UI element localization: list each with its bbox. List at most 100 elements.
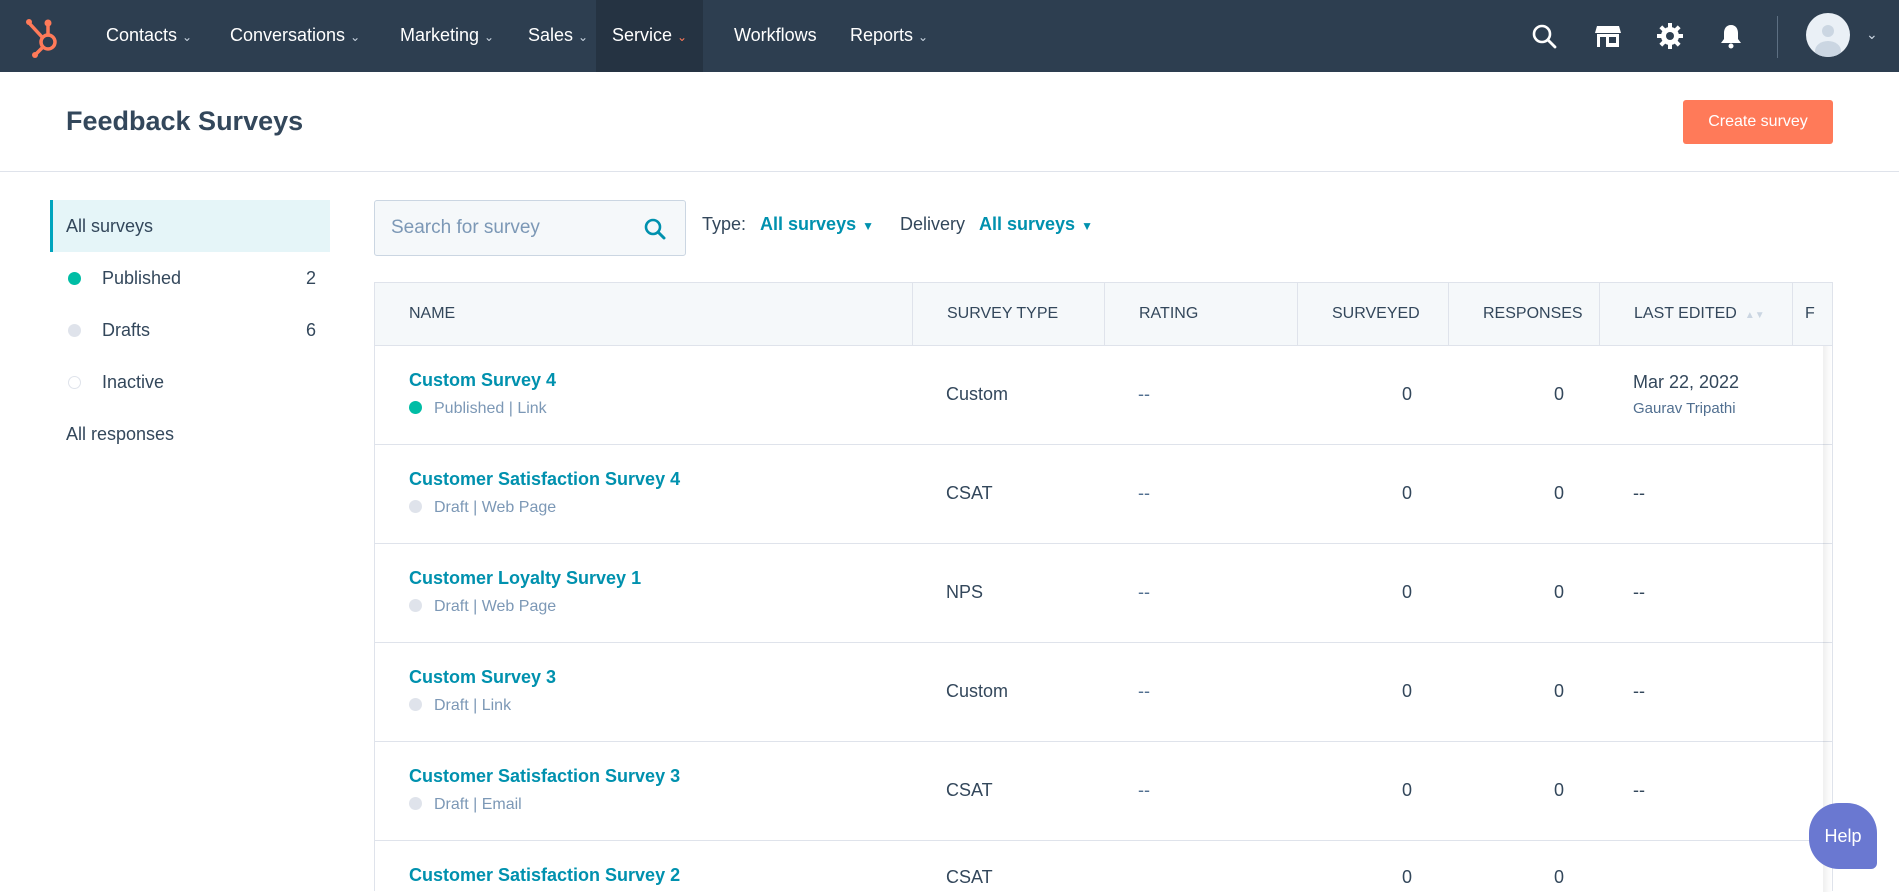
survey-name-link[interactable]: Customer Satisfaction Survey 2 (409, 865, 680, 886)
status-dot-icon (409, 401, 422, 414)
sidebar-item-inactive[interactable]: Inactive (50, 356, 330, 408)
survey-type: CSAT (946, 780, 993, 800)
survey-name-link[interactable]: Customer Satisfaction Survey 3 (409, 766, 680, 787)
published-dot-icon (68, 272, 81, 285)
rating: -- (1138, 582, 1150, 602)
survey-name-link[interactable]: Custom Survey 4 (409, 370, 556, 391)
table-header: NAME SURVEY TYPE RATING SURVEYED RESPONS… (375, 283, 1832, 346)
status-dot-icon (409, 500, 422, 513)
settings-gear-icon[interactable] (1656, 22, 1684, 50)
status-dot-icon (409, 797, 422, 810)
create-survey-button[interactable]: Create survey (1683, 100, 1833, 144)
nav-item-service[interactable]: Service ⌄ (596, 0, 704, 72)
last-edited-date: -- (1633, 483, 1645, 503)
survey-type: Custom (946, 384, 1009, 404)
column-header-truncated[interactable]: F (1792, 283, 1832, 345)
chevron-down-icon: ⌄ (484, 30, 495, 44)
survey-status: Draft | Web Page (409, 596, 556, 617)
nav-item-marketing[interactable]: Marketing ⌄ (384, 0, 510, 72)
nav-item-contacts[interactable]: Contacts ⌄ (90, 0, 208, 72)
sidebar-item-published[interactable]: Published 2 (50, 252, 330, 304)
notifications-bell-icon[interactable] (1717, 22, 1745, 50)
survey-type: Custom (946, 681, 1009, 701)
responses-count: 0 (1553, 780, 1564, 800)
search-input[interactable] (375, 201, 625, 255)
column-header-survey-type[interactable]: SURVEY TYPE (912, 283, 1104, 345)
table-row: Customer Satisfaction Survey 4 Draft | We… (375, 445, 1832, 544)
table-row: Custom Survey 3 Draft | Link Custom -- 0 0 -- (375, 643, 1832, 742)
column-header-responses[interactable]: RESPONSES (1448, 283, 1599, 345)
surveyed-count: 0 (1401, 780, 1412, 800)
chevron-down-icon: ⌄ (677, 30, 688, 44)
sort-icon[interactable]: ▲▼ (1745, 310, 1765, 321)
table-row: Customer Satisfaction Survey 2 CSAT 0 0 (375, 841, 1832, 892)
drafts-count: 6 (305, 320, 316, 340)
chevron-down-icon: ⌄ (918, 30, 929, 44)
caret-down-icon: ▼ (862, 219, 874, 233)
nav-item-conversations[interactable]: Conversations ⌄ (214, 0, 376, 72)
nav-divider (1777, 16, 1778, 58)
page-header: Feedback Surveys Create survey (0, 72, 1899, 172)
last-edited-date: -- (1633, 582, 1645, 602)
last-edited-date: Mar 22, 2022 (1633, 372, 1740, 392)
search-icon[interactable] (1530, 22, 1558, 50)
draft-dot-icon (68, 324, 81, 337)
survey-status: Draft | Email (409, 794, 522, 815)
last-edited-date: -- (1633, 780, 1645, 800)
last-edited-by: Gaurav Tripathi (1633, 400, 1736, 417)
surveyed-count: 0 (1401, 384, 1412, 404)
avatar[interactable] (1806, 13, 1850, 57)
column-header-rating[interactable]: RATING (1104, 283, 1297, 345)
caret-down-icon: ▼ (1081, 219, 1093, 233)
published-count: 2 (305, 268, 316, 288)
survey-name-link[interactable]: Custom Survey 3 (409, 667, 556, 688)
survey-status: Published | Link (409, 398, 547, 419)
sidebar-item-drafts[interactable]: Drafts 6 (50, 304, 330, 356)
account-chevron-down-icon[interactable]: ⌄ (1866, 26, 1878, 43)
table-row: Custom Survey 4 Published | Link Custom -- 0… (375, 346, 1832, 445)
search-icon[interactable] (643, 217, 667, 241)
survey-status: Draft | Link (409, 695, 511, 716)
column-header-surveyed[interactable]: SURVEYED (1297, 283, 1448, 345)
surveyed-count: 0 (1401, 867, 1412, 887)
rating: -- (1138, 681, 1150, 701)
table-row: Customer Loyalty Survey 1 Draft | Web Pag… (375, 544, 1832, 643)
sidebar: All surveys Published 2 Drafts 6 Inactive … (50, 200, 330, 460)
marketplace-icon[interactable] (1594, 22, 1622, 50)
nav-item-sales[interactable]: Sales ⌄ (512, 0, 604, 72)
status-dot-icon (409, 599, 422, 612)
sidebar-item-all-surveys[interactable]: All surveys (50, 200, 330, 252)
top-nav: Contacts ⌄ Conversations ⌄ Marketing ⌄ Sales ⌄ S… (0, 0, 1899, 72)
table-row: Customer Satisfaction Survey 3 Draft | Em… (375, 742, 1832, 841)
survey-type: CSAT (946, 483, 993, 503)
column-header-last-edited[interactable]: LAST EDITED ▲▼ (1599, 283, 1792, 345)
responses-count: 0 (1553, 384, 1564, 404)
page-title: Feedback Surveys (66, 106, 304, 136)
survey-type: CSAT (946, 867, 993, 887)
rating: -- (1138, 384, 1150, 404)
inactive-dot-icon (68, 376, 81, 389)
rating: -- (1138, 483, 1150, 503)
responses-count: 0 (1553, 582, 1564, 602)
sidebar-item-all-responses[interactable]: All responses (50, 408, 330, 460)
help-button[interactable]: Help (1809, 803, 1877, 869)
surveyed-count: 0 (1401, 483, 1412, 503)
hubspot-logo-icon[interactable] (24, 14, 64, 58)
delivery-filter[interactable]: Delivery All surveys ▼ (900, 214, 1093, 235)
responses-count: 0 (1553, 867, 1564, 887)
chevron-down-icon: ⌄ (350, 30, 361, 44)
survey-search (374, 200, 686, 256)
type-filter[interactable]: Type: All surveys ▼ (702, 214, 874, 235)
rating: -- (1138, 780, 1150, 800)
chevron-down-icon: ⌄ (182, 30, 193, 44)
nav-item-reports[interactable]: Reports ⌄ (834, 0, 944, 72)
surveyed-count: 0 (1401, 681, 1412, 701)
last-edited-date: -- (1633, 681, 1645, 701)
nav-item-workflows[interactable]: Workflows (718, 0, 833, 72)
surveys-table: NAME SURVEY TYPE RATING SURVEYED RESPONS… (374, 282, 1833, 892)
responses-count: 0 (1553, 681, 1564, 701)
column-header-name[interactable]: NAME (375, 283, 912, 345)
survey-name-link[interactable]: Customer Loyalty Survey 1 (409, 568, 641, 589)
chevron-down-icon: ⌄ (578, 30, 589, 44)
survey-name-link[interactable]: Customer Satisfaction Survey 4 (409, 469, 680, 490)
